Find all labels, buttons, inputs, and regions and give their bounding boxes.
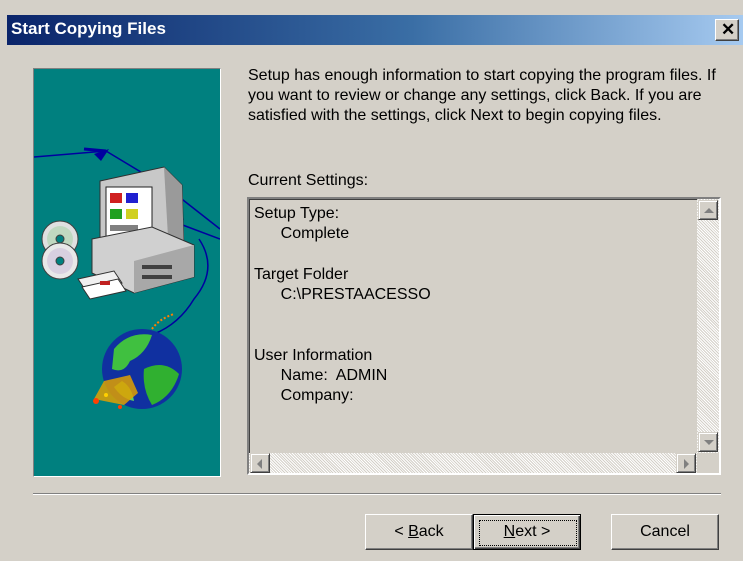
back-button[interactable]: < Back (365, 514, 473, 550)
scroll-right-button[interactable] (676, 453, 696, 473)
window-title: Start Copying Files (11, 19, 166, 38)
next-button[interactable]: Next > (473, 514, 581, 550)
close-button[interactable]: ✕ (715, 19, 739, 41)
settings-line: Setup Type: (254, 205, 340, 222)
setup-dialog: Start Copying Files ✕ Setup has enough i… (0, 0, 743, 561)
settings-text-area: Setup Type: Complete Target Folder C:\PR… (249, 199, 697, 453)
scroll-up-button[interactable] (698, 200, 718, 220)
current-settings-label: Current Settings: (248, 172, 369, 189)
window-border (0, 15, 7, 561)
button-separator (33, 493, 721, 495)
scroll-left-icon (257, 459, 262, 469)
scroll-down-button[interactable] (698, 432, 718, 452)
scroll-right-icon (684, 459, 689, 469)
close-icon: ✕ (721, 20, 736, 39)
settings-line: C:\PRESTAACESSO (254, 286, 431, 303)
instruction-text: Setup has enough information to start co… (248, 67, 716, 124)
settings-listbox[interactable]: Setup Type: Complete Target Folder C:\PR… (247, 197, 721, 475)
vertical-scrollbar[interactable] (697, 199, 719, 453)
settings-line: Name: ADMIN (254, 367, 388, 384)
scrollbar-corner (697, 453, 719, 473)
cancel-button[interactable]: Cancel (611, 514, 719, 550)
scroll-left-button[interactable] (250, 453, 270, 473)
horizontal-scrollbar[interactable] (249, 453, 697, 473)
globe-icon (93, 313, 182, 409)
setup-illustration (33, 68, 221, 477)
scroll-down-icon (704, 440, 714, 445)
settings-line: Company: (254, 387, 354, 404)
settings-line: Target Folder (254, 266, 349, 283)
scroll-up-icon (704, 208, 714, 213)
title-bar[interactable]: Start Copying Files ✕ (7, 15, 743, 45)
focus-rectangle (479, 520, 577, 546)
settings-line: Complete (254, 225, 350, 242)
settings-line: User Information (254, 347, 373, 364)
cd-icon (41, 220, 79, 280)
